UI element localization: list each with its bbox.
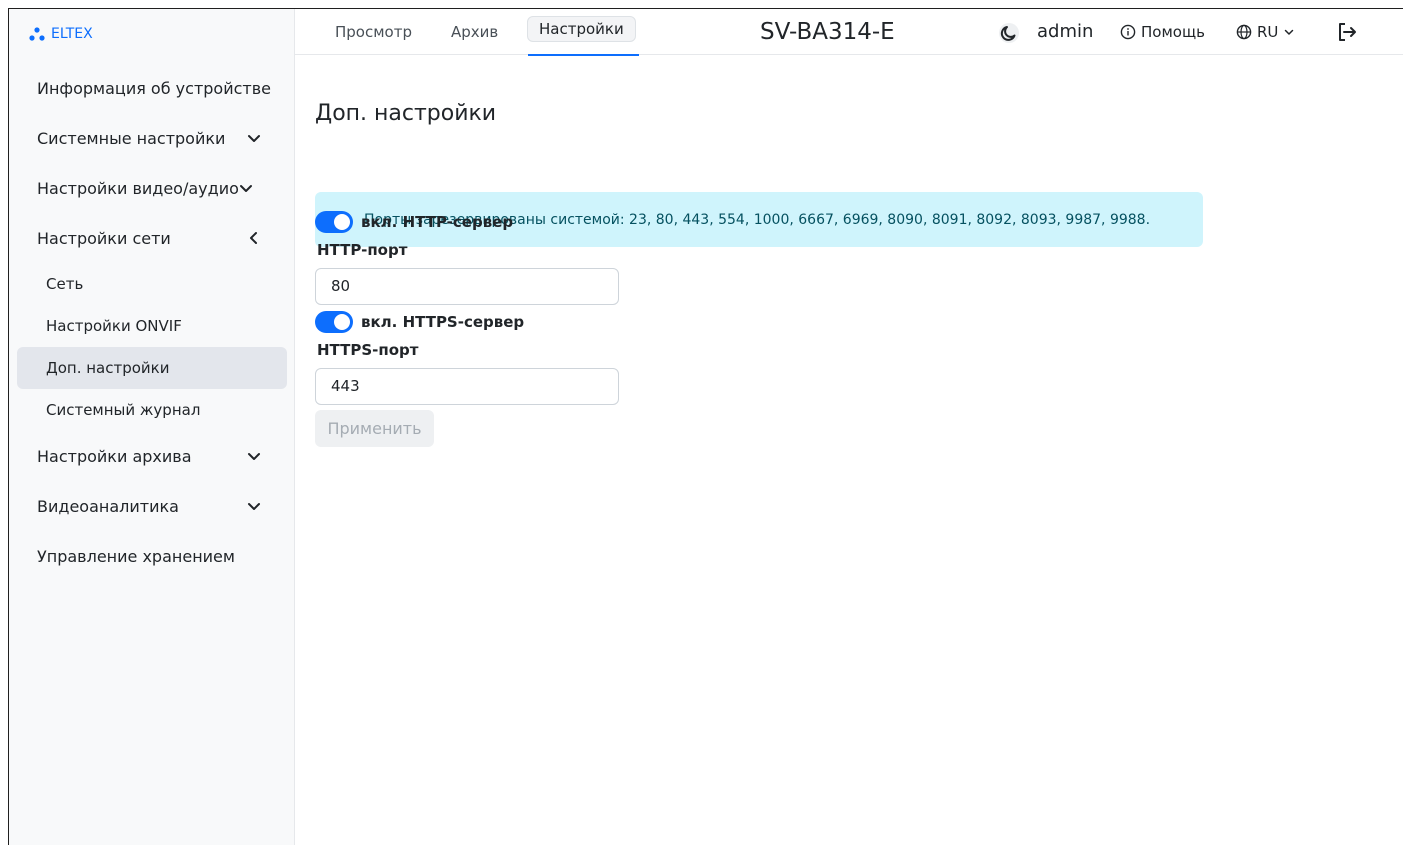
chevron-down-icon bbox=[248, 503, 260, 510]
sidebar-item-system-log[interactable]: Системный журнал bbox=[17, 389, 287, 431]
sidebar-item-video-audio[interactable]: Настройки видео/аудио bbox=[17, 163, 287, 213]
sidebar-item-network-settings[interactable]: Настройки сети bbox=[17, 213, 287, 263]
sidebar-item-label: Настройки видео/аудио bbox=[37, 178, 239, 198]
theme-toggle-icon[interactable] bbox=[998, 22, 1020, 44]
sidebar: ELTEX Информация об устройстве Системные… bbox=[9, 9, 295, 845]
user-name[interactable]: admin bbox=[1037, 19, 1093, 45]
http-port-input[interactable]: 80 bbox=[315, 268, 619, 305]
active-tab-indicator bbox=[528, 54, 639, 56]
language-label: RU bbox=[1257, 23, 1279, 41]
sidebar-item-onvif[interactable]: Настройки ONVIF bbox=[17, 305, 287, 347]
eltex-logo-icon bbox=[29, 27, 45, 41]
http-server-toggle-label: вкл. HTTP-сервер bbox=[361, 213, 514, 231]
logout-icon[interactable] bbox=[1335, 20, 1359, 44]
sidebar-item-label: Системные настройки bbox=[37, 128, 226, 148]
apply-button[interactable]: Применить bbox=[315, 410, 434, 447]
globe-icon bbox=[1236, 24, 1252, 40]
info-circle-icon bbox=[1120, 24, 1136, 40]
sidebar-item-label: Настройки сети bbox=[37, 228, 171, 248]
help-label: Помощь bbox=[1141, 23, 1205, 41]
http-server-toggle-row: вкл. HTTP-сервер bbox=[315, 210, 513, 234]
https-server-toggle[interactable] bbox=[315, 311, 353, 333]
sidebar-item-label: Настройки ONVIF bbox=[46, 317, 182, 335]
https-port-label: HTTPS-порт bbox=[317, 341, 419, 359]
tab-settings[interactable]: Настройки bbox=[527, 16, 636, 42]
sidebar-nav: Информация об устройстве Системные настр… bbox=[17, 63, 287, 581]
chevron-left-icon bbox=[250, 232, 257, 244]
https-server-toggle-row: вкл. HTTPS-сервер bbox=[315, 310, 524, 334]
sidebar-item-video-analytics[interactable]: Видеоаналитика bbox=[17, 481, 287, 531]
sidebar-item-label: Доп. настройки bbox=[46, 359, 170, 377]
https-port-input[interactable]: 443 bbox=[315, 368, 619, 405]
sidebar-item-device-info[interactable]: Информация об устройстве bbox=[17, 63, 287, 113]
sidebar-item-label: Информация об устройстве bbox=[37, 78, 271, 98]
sidebar-item-network[interactable]: Сеть bbox=[17, 263, 287, 305]
device-title: SV-BA314-E bbox=[760, 19, 895, 45]
sidebar-item-storage-management[interactable]: Управление хранением bbox=[17, 531, 287, 581]
https-server-toggle-label: вкл. HTTPS-сервер bbox=[361, 313, 525, 331]
chevron-down-icon bbox=[240, 185, 252, 192]
sidebar-item-label: Управление хранением bbox=[37, 546, 235, 566]
sidebar-item-label: Настройки архива bbox=[37, 446, 192, 466]
sidebar-item-label: Сеть bbox=[46, 275, 84, 293]
sidebar-item-label: Системный журнал bbox=[46, 401, 201, 419]
app-window: ELTEX Информация об устройстве Системные… bbox=[8, 8, 1403, 845]
top-bar: Просмотр Архив Настройки SV-BA314-E admi… bbox=[295, 9, 1403, 56]
sidebar-item-advanced-settings[interactable]: Доп. настройки bbox=[17, 347, 287, 389]
sidebar-item-archive-settings[interactable]: Настройки архива bbox=[17, 431, 287, 481]
help-link[interactable]: Помощь bbox=[1120, 21, 1205, 43]
http-server-toggle[interactable] bbox=[315, 211, 353, 233]
chevron-down-icon bbox=[248, 453, 260, 460]
page-title: Доп. настройки bbox=[315, 101, 497, 126]
tab-view[interactable]: Просмотр bbox=[335, 17, 412, 47]
language-selector[interactable]: RU bbox=[1236, 21, 1295, 43]
chevron-down-icon bbox=[1285, 29, 1294, 35]
brand-logo[interactable]: ELTEX bbox=[29, 23, 93, 45]
tab-archive[interactable]: Архив bbox=[451, 17, 498, 47]
sidebar-item-system-settings[interactable]: Системные настройки bbox=[17, 113, 287, 163]
http-port-label: HTTP-порт bbox=[317, 241, 408, 259]
brand-name: ELTEX bbox=[51, 26, 93, 42]
chevron-down-icon bbox=[248, 135, 260, 142]
sidebar-item-label: Видеоаналитика bbox=[37, 496, 179, 516]
